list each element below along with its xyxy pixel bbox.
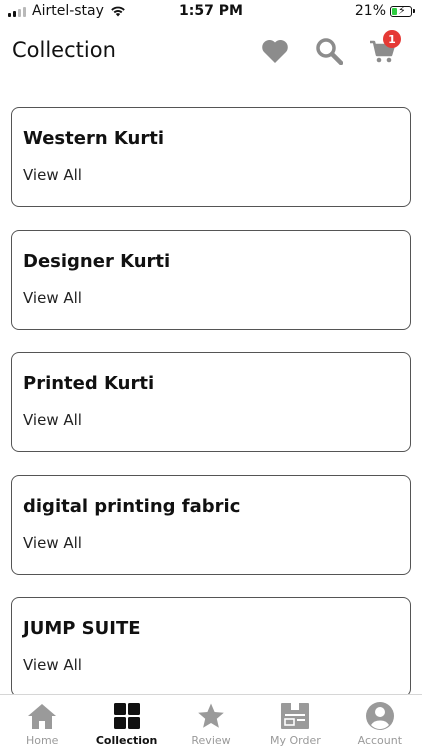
view-all-link[interactable]: View All — [23, 534, 82, 552]
view-all-link[interactable]: View All — [23, 411, 82, 429]
collection-title: Printed Kurti — [23, 373, 155, 394]
bottom-tab-bar: Home Collection Review My Order Account — [0, 694, 422, 751]
collection-card-jump-suite[interactable]: JUMP SUITE View All — [11, 597, 411, 697]
tab-label: Review — [191, 734, 231, 747]
collection-title: JUMP SUITE — [23, 618, 141, 639]
battery-icon: ⚡ — [390, 4, 415, 17]
order-icon — [281, 703, 310, 729]
page-title: Collection — [12, 38, 116, 62]
collection-card-printed-kurti[interactable]: Printed Kurti View All — [11, 352, 411, 452]
tab-label: Collection — [95, 734, 158, 747]
collection-card-digital-printing-fabric[interactable]: digital printing fabric View All — [11, 474, 411, 575]
cart-button[interactable]: 1 — [365, 30, 401, 68]
grid-icon — [113, 703, 140, 729]
tab-my-order[interactable]: My Order — [253, 695, 337, 751]
status-bar: Airtel-stay 1:57 PM 21% ⚡ — [0, 0, 422, 24]
battery-percent: 21% — [354, 3, 386, 19]
tab-label: My Order — [270, 734, 321, 747]
tab-home[interactable]: Home — [0, 695, 84, 751]
view-all-link[interactable]: View All — [23, 289, 82, 307]
wishlist-button[interactable] — [258, 34, 292, 68]
tab-label: Home — [25, 734, 59, 747]
collection-title: digital printing fabric — [23, 495, 241, 517]
app-header: Collection 1 — [0, 28, 422, 76]
collection-card-designer-kurti[interactable]: Designer Kurti View All — [11, 229, 411, 330]
star-icon — [198, 703, 224, 728]
collection-title: Designer Kurti — [23, 250, 171, 272]
collection-list: Western Kurti View All Designer Kurti Vi… — [11, 107, 411, 720]
heart-icon — [262, 39, 288, 63]
tab-label: Account — [357, 734, 403, 747]
search-icon — [316, 38, 343, 65]
home-icon — [28, 704, 57, 729]
collection-title: Western Kurti — [23, 128, 165, 149]
view-all-link[interactable]: View All — [23, 656, 82, 674]
cart-count-badge: 1 — [383, 30, 401, 48]
search-button[interactable] — [312, 34, 346, 68]
view-all-link[interactable]: View All — [23, 166, 82, 184]
tab-account[interactable]: Account — [338, 695, 422, 751]
collection-card-western-kurti[interactable]: Western Kurti View All — [11, 107, 411, 207]
tab-review[interactable]: Review — [169, 695, 253, 751]
account-icon — [365, 702, 394, 730]
tab-collection[interactable]: Collection — [84, 695, 168, 751]
